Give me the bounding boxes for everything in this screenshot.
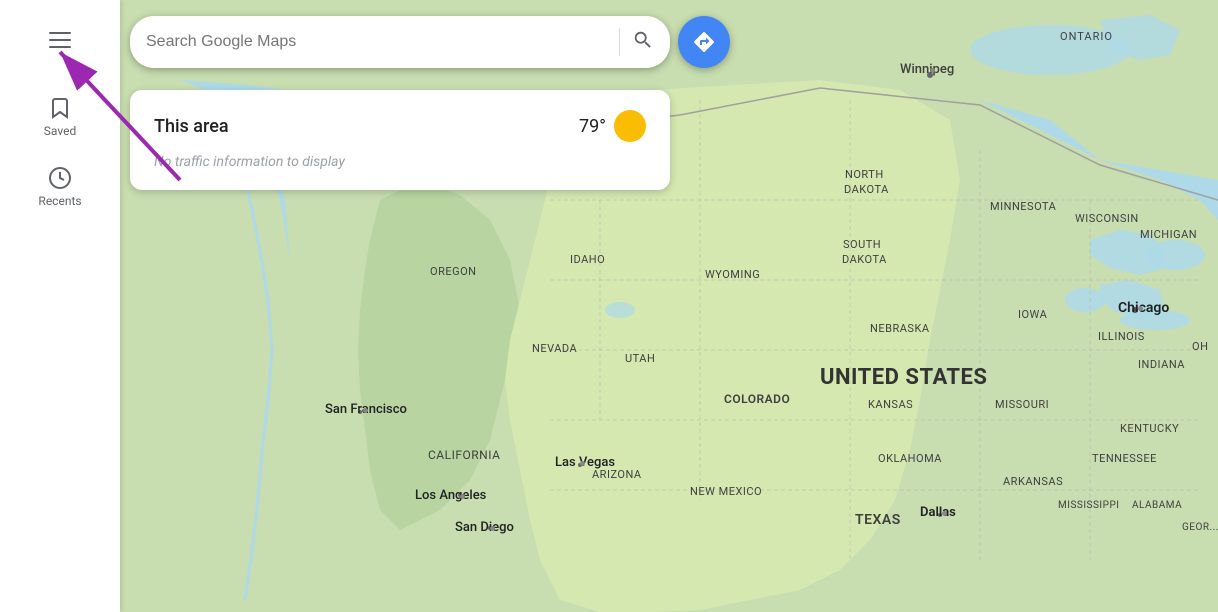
sun-icon [614,110,646,142]
search-input[interactable] [146,33,607,51]
info-panel: This area 79° No traffic information to … [130,90,670,190]
weather-section: 79° [579,110,646,142]
search-box [130,16,670,68]
menu-button[interactable] [36,16,84,64]
sidebar-item-saved[interactable]: Saved [20,84,100,150]
info-header: This area 79° [154,110,646,142]
saved-label: Saved [44,124,76,138]
search-divider [619,28,620,56]
menu-icon-line2 [49,39,71,41]
menu-icon [49,32,71,34]
no-traffic-text: No traffic information to display [154,154,646,170]
directions-button[interactable] [678,16,730,68]
info-title: This area [154,116,229,137]
history-icon [48,166,72,190]
sidebar-item-recents[interactable]: Recents [20,154,100,220]
top-bar [130,16,730,68]
search-icon [632,29,654,51]
directions-icon [692,30,716,54]
temperature: 79° [579,116,606,137]
menu-icon-line3 [49,46,71,48]
search-button[interactable] [632,29,654,55]
bookmark-icon [48,96,72,120]
recents-label: Recents [38,194,81,208]
sidebar: Saved Recents [0,0,120,612]
